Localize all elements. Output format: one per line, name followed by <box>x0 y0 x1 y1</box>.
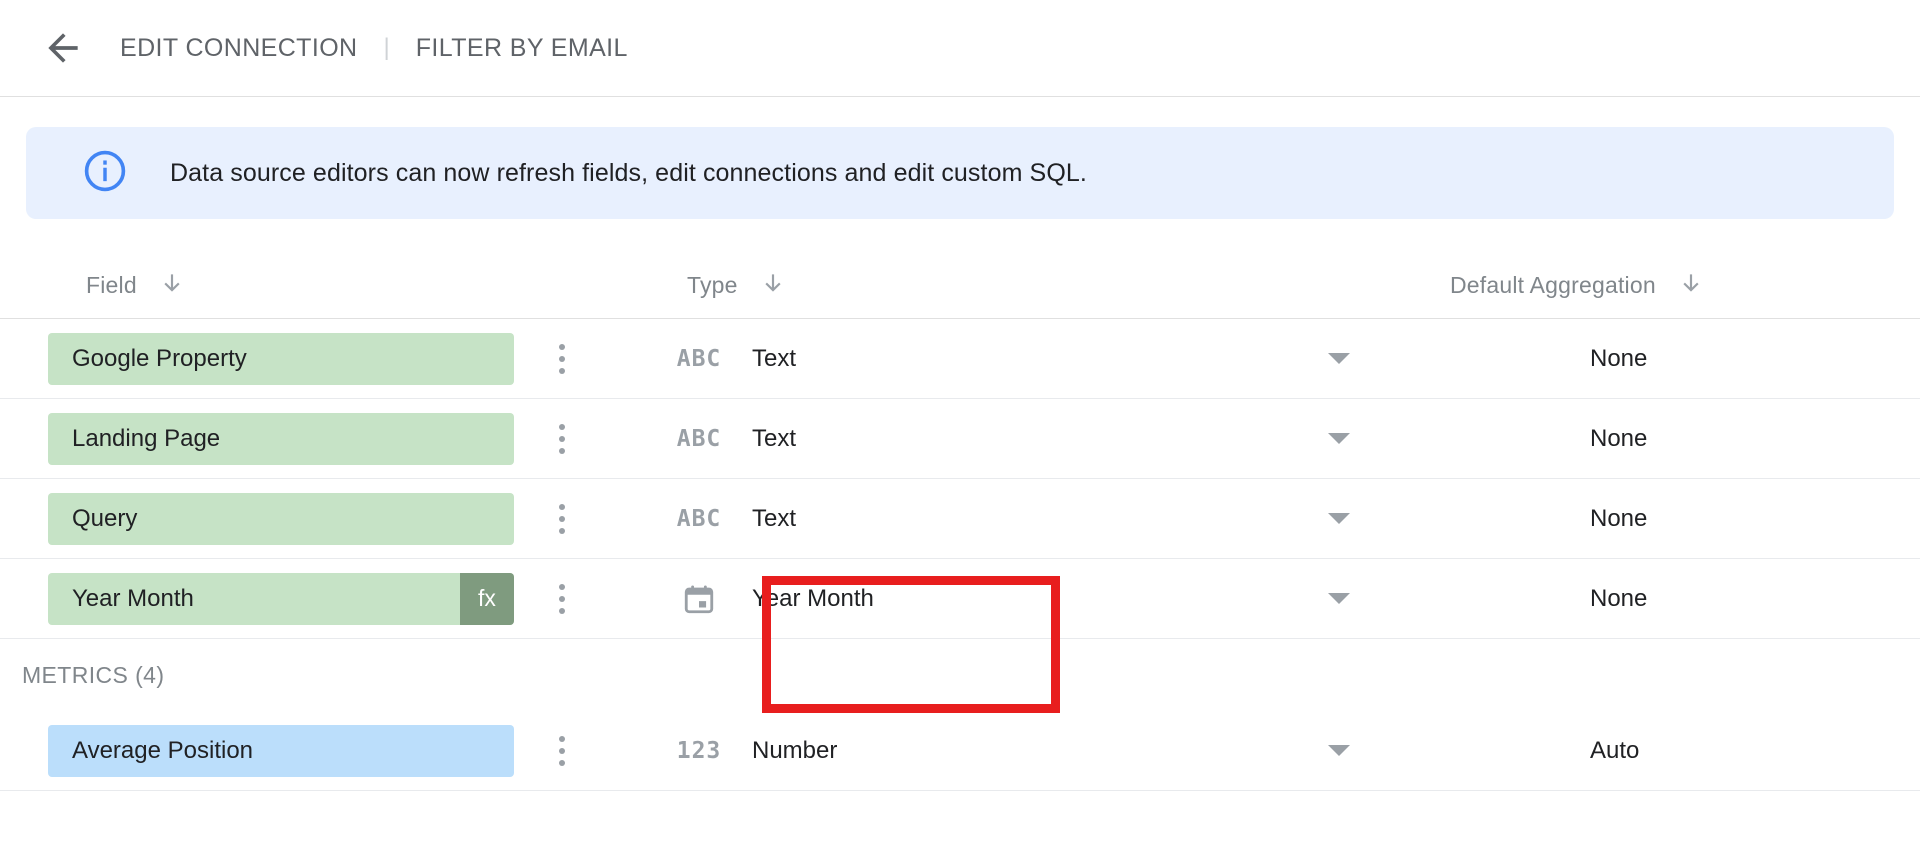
field-type-value[interactable]: Number <box>738 737 1328 765</box>
row-aggregation-cell: None <box>1430 345 1920 373</box>
table-row[interactable]: Google Property ABC Text None <box>0 319 1920 399</box>
field-type-value[interactable]: Year Month <box>738 585 1328 613</box>
table-row[interactable]: Year Month fx Year Month None <box>0 559 1920 639</box>
header-cell-aggregation: Default Aggregation <box>1430 270 1920 302</box>
field-header-group[interactable]: Field <box>0 270 185 302</box>
calendar-icon <box>660 582 738 616</box>
abc-text-icon: ABC <box>676 425 722 452</box>
field-header-label: Field <box>86 272 137 298</box>
tab-edit-connection[interactable]: EDIT CONNECTION <box>98 34 380 63</box>
aggregation-value[interactable]: None <box>1430 345 1647 373</box>
row-type-cell: ABC Text <box>660 345 1430 373</box>
row-options-menu-icon[interactable] <box>545 735 579 766</box>
aggregation-value[interactable]: None <box>1430 585 1647 613</box>
field-chip-label: Google Property <box>72 344 247 372</box>
type-header-label: Type <box>687 272 738 298</box>
arrow-left-icon <box>41 26 85 70</box>
aggregation-header-label: Default Aggregation <box>1450 272 1656 298</box>
field-type-value[interactable]: Text <box>738 345 1328 373</box>
field-chip-label: Query <box>72 504 138 532</box>
row-field-cell: Query <box>0 492 660 545</box>
field-type-value[interactable]: Text <box>738 425 1328 453</box>
row-options-menu-icon[interactable] <box>545 503 579 534</box>
info-banner: Data source editors can now refresh fiel… <box>26 127 1894 219</box>
row-options-menu-icon[interactable] <box>545 423 579 454</box>
tab-separator: | <box>383 34 390 61</box>
field-chip-label: Year Month <box>72 584 194 612</box>
field-chip-label: Average Position <box>72 736 254 764</box>
row-field-cell: Google Property <box>0 332 660 385</box>
123-number-icon: 123 <box>676 737 722 764</box>
row-aggregation-cell: Auto <box>1430 737 1920 765</box>
field-chip[interactable]: Query <box>48 492 514 545</box>
type-dropdown-caret-icon[interactable] <box>1328 745 1350 756</box>
page-root: EDIT CONNECTION | FILTER BY EMAIL Data s… <box>0 0 1920 841</box>
dimension-rows: Google Property ABC Text None Landing Pa… <box>0 319 1920 639</box>
tab-filter-by-email[interactable]: FILTER BY EMAIL <box>394 34 650 63</box>
row-field-cell: Landing Page <box>0 412 660 465</box>
aggregation-value[interactable]: Auto <box>1430 737 1639 765</box>
table-row[interactable]: Landing Page ABC Text None <box>0 399 1920 479</box>
aggregation-sort-arrow-down-icon[interactable] <box>1678 270 1704 302</box>
table-row[interactable]: Query ABC Text None <box>0 479 1920 559</box>
type-dropdown-caret-icon[interactable] <box>1328 353 1350 364</box>
field-chip[interactable]: Google Property <box>48 332 514 385</box>
aggregation-header-group[interactable]: Default Aggregation <box>1430 270 1704 302</box>
header-cell-type: Type <box>660 270 1430 302</box>
row-field-cell: Year Month fx <box>0 572 660 625</box>
row-aggregation-cell: None <box>1430 505 1920 533</box>
table-row[interactable]: Average Position 123 Number Auto <box>0 711 1920 791</box>
field-chip[interactable]: Landing Page <box>48 412 514 465</box>
back-button[interactable] <box>36 21 90 75</box>
row-field-cell: Average Position <box>0 724 660 777</box>
fields-table: Field Type Default Aggregation Google Pr… <box>0 253 1920 791</box>
field-chip-label: Landing Page <box>72 424 221 452</box>
row-type-cell: ABC Text <box>660 505 1430 533</box>
field-type-value[interactable]: Text <box>738 505 1328 533</box>
banner-container: Data source editors can now refresh fiel… <box>0 97 1920 219</box>
table-header-row: Field Type Default Aggregation <box>0 253 1920 319</box>
aggregation-value[interactable]: None <box>1430 505 1647 533</box>
field-sort-arrow-down-icon[interactable] <box>159 270 185 302</box>
row-type-cell: 123 Number <box>660 737 1430 765</box>
banner-message: Data source editors can now refresh fiel… <box>170 158 1087 187</box>
info-circle-icon <box>82 148 128 199</box>
abc-text-icon: ABC <box>676 505 722 532</box>
top-bar: EDIT CONNECTION | FILTER BY EMAIL <box>0 0 1920 97</box>
type-dropdown-caret-icon[interactable] <box>1328 593 1350 604</box>
type-sort-arrow-down-icon[interactable] <box>760 270 786 302</box>
header-cell-field: Field <box>0 270 660 302</box>
row-type-cell: Year Month <box>660 582 1430 616</box>
type-dropdown-caret-icon[interactable] <box>1328 513 1350 524</box>
field-chip[interactable]: Year Month fx <box>48 572 514 625</box>
type-dropdown-caret-icon[interactable] <box>1328 433 1350 444</box>
formula-fx-badge[interactable]: fx <box>460 572 514 625</box>
metrics-section-label: METRICS (4) <box>22 661 165 688</box>
row-aggregation-cell: None <box>1430 425 1920 453</box>
abc-text-icon: ABC <box>676 345 722 372</box>
metric-rows: Average Position 123 Number Auto <box>0 711 1920 791</box>
aggregation-value[interactable]: None <box>1430 425 1647 453</box>
row-options-menu-icon[interactable] <box>545 583 579 614</box>
row-type-cell: ABC Text <box>660 425 1430 453</box>
row-aggregation-cell: None <box>1430 585 1920 613</box>
field-chip[interactable]: Average Position <box>48 724 514 777</box>
type-header-group[interactable]: Type <box>660 270 786 302</box>
row-options-menu-icon[interactable] <box>545 343 579 374</box>
